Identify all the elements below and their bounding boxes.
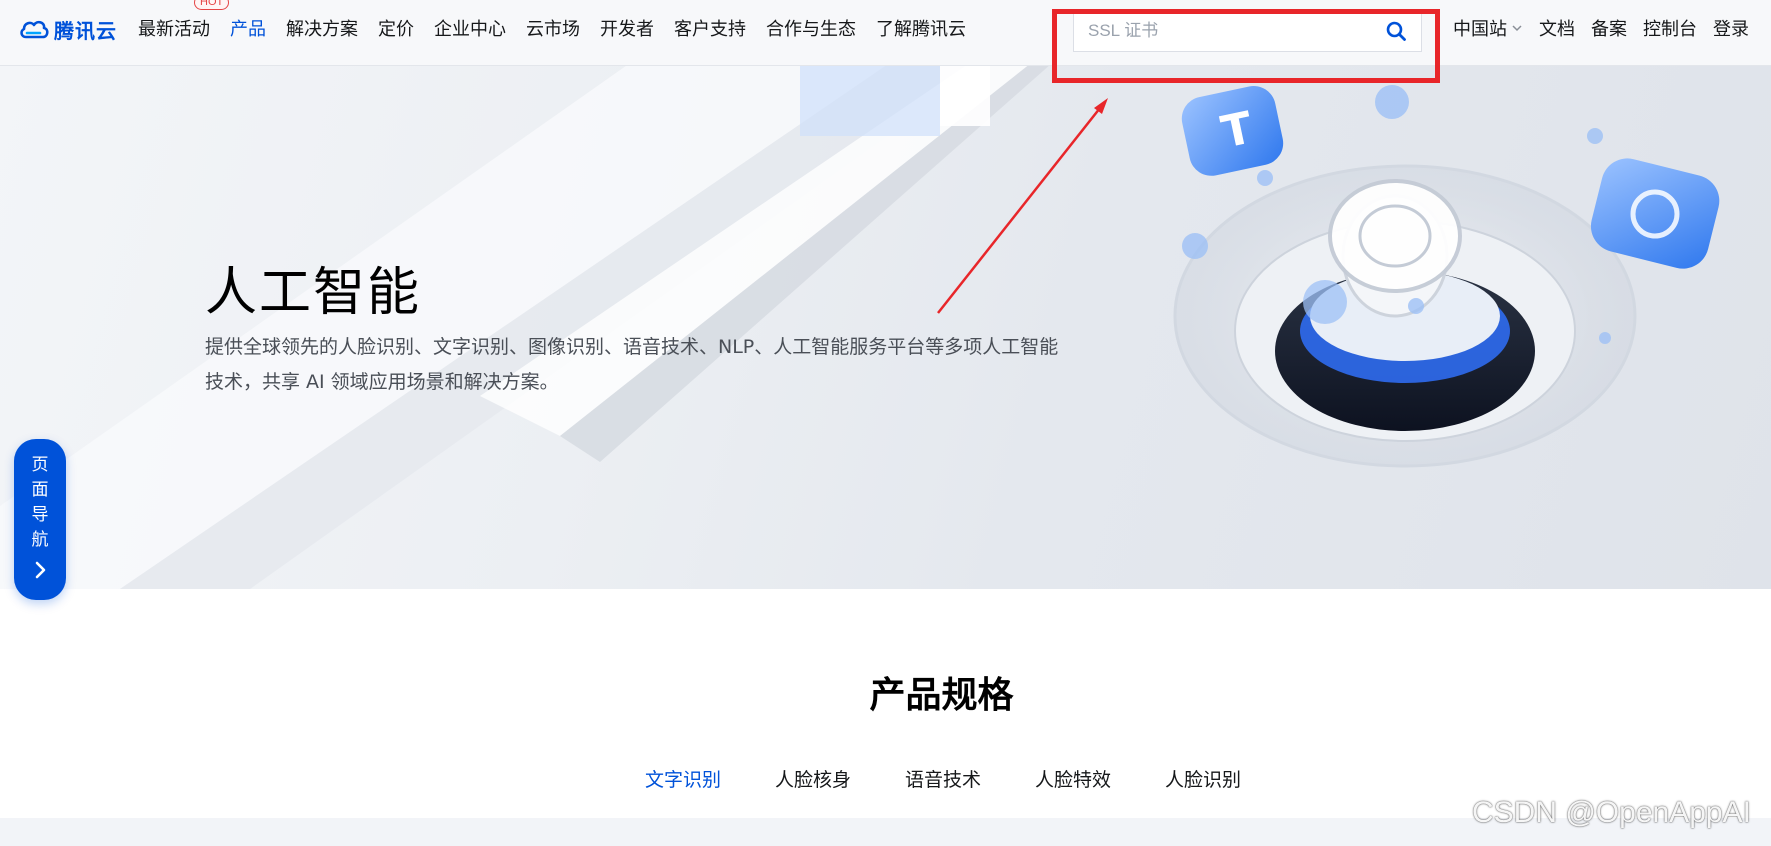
- nav-item-partners[interactable]: 合作与生态: [766, 15, 856, 41]
- tab-face-effects[interactable]: 人脸特效: [1008, 760, 1138, 818]
- nav-item-enterprise[interactable]: 企业中心: [434, 15, 506, 41]
- top-navbar: 腾讯云 最新活动 HOT 产品 解决方案 定价 企业中心 云市场 开发者 客户支…: [0, 0, 1771, 66]
- section-title: 产品规格: [869, 675, 1014, 716]
- hero-banner: T 人工智能 提供全球领先的人脸识别、文字识别、图像识别、语音技术、NLP、人工…: [0, 66, 1771, 589]
- tab-speech-technology[interactable]: 语音技术: [878, 760, 1008, 818]
- right-nav: 中国站 文档 备案 控制台 登录: [1453, 0, 1765, 56]
- main-nav: 最新活动 HOT 产品 解决方案 定价 企业中心 云市场 开发者 客户支持 合作…: [138, 0, 986, 56]
- search-icon[interactable]: [1385, 20, 1407, 42]
- watermark-text: CSDN @OpenAppAI: [1472, 796, 1751, 829]
- page-nav-char: 航: [31, 530, 49, 550]
- tab-face-verification[interactable]: 人脸核身: [748, 760, 878, 818]
- page-nav-char: 导: [31, 505, 49, 525]
- cloud-logo-icon: [20, 20, 49, 39]
- hero-title: 人工智能: [205, 263, 422, 323]
- brand-name: 腾讯云: [54, 18, 117, 43]
- brand-logo[interactable]: 腾讯云: [18, 14, 117, 44]
- nav-item-label: 最新活动: [138, 19, 210, 40]
- nav-item-solutions[interactable]: 解决方案: [286, 15, 358, 41]
- nav-item-support[interactable]: 客户支持: [674, 15, 746, 41]
- search-box[interactable]: [1073, 10, 1422, 52]
- nav-item-developers[interactable]: 开发者: [600, 15, 654, 41]
- hot-badge: HOT: [194, 0, 230, 10]
- hero-illustration: T: [0, 66, 1720, 589]
- nav-item-products[interactable]: 产品: [230, 15, 266, 41]
- login-link[interactable]: 登录: [1713, 15, 1749, 41]
- page-nav-char: 页: [31, 455, 49, 475]
- nav-item-about[interactable]: 了解腾讯云: [876, 15, 966, 41]
- nav-item-latest-activity[interactable]: 最新活动 HOT: [138, 0, 230, 41]
- region-selector[interactable]: 中国站: [1453, 15, 1523, 41]
- region-label: 中国站: [1453, 19, 1507, 40]
- hero-description: 提供全球领先的人脸识别、文字识别、图像识别、语音技术、NLP、人工智能服务平台等…: [205, 336, 1059, 393]
- chevron-right-icon: [35, 561, 46, 579]
- console-link[interactable]: 控制台: [1643, 15, 1697, 41]
- spec-tabs: 文字识别 人脸核身 语音技术 人脸特效 人脸识别: [618, 760, 1268, 836]
- page-nav-button[interactable]: 页 面 导 航: [14, 439, 66, 600]
- nav-item-marketplace[interactable]: 云市场: [526, 15, 580, 41]
- tab-text-recognition[interactable]: 文字识别: [618, 760, 748, 836]
- nav-item-pricing[interactable]: 定价: [378, 15, 414, 41]
- tab-face-recognition[interactable]: 人脸识别: [1138, 760, 1268, 818]
- search-input[interactable]: [1088, 21, 1385, 41]
- chevron-down-icon: [1512, 25, 1522, 32]
- docs-link[interactable]: 文档: [1539, 15, 1575, 41]
- beian-link[interactable]: 备案: [1591, 15, 1627, 41]
- page-nav-char: 面: [31, 480, 49, 500]
